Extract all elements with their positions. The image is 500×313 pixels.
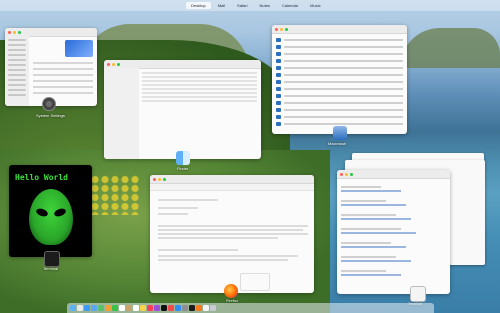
trash-icon[interactable] [210, 305, 216, 311]
settings-label: System Settings [36, 113, 65, 118]
browser-window[interactable] [150, 175, 314, 293]
contacts-icon[interactable] [126, 305, 132, 311]
finder-sidebar [104, 68, 139, 159]
firefox-icon [224, 284, 238, 298]
tv-icon[interactable] [161, 305, 167, 311]
photos-icon[interactable] [105, 305, 111, 311]
terminal-icon [44, 251, 60, 267]
list-label: Macintosh [328, 141, 347, 146]
podcasts-icon[interactable] [154, 305, 160, 311]
settings-sidebar [5, 36, 29, 106]
settings-window[interactable] [5, 28, 97, 106]
finder-label: Finder [177, 166, 189, 171]
space-notes[interactable]: Notes [254, 2, 274, 9]
window-titlebar [272, 25, 407, 34]
window-titlebar [337, 170, 450, 179]
notes-icon[interactable] [140, 305, 146, 311]
settings-icon [42, 97, 56, 111]
window-titlebar [150, 175, 314, 184]
terminal-banner: Hello World [15, 173, 68, 182]
textedit-icon [410, 286, 426, 302]
alien-ascii-art [29, 189, 73, 245]
space-calendar[interactable]: Calendar [277, 2, 303, 9]
launchpad-icon[interactable] [77, 305, 83, 311]
mail-icon[interactable] [91, 305, 97, 311]
maps-icon[interactable] [98, 305, 104, 311]
texteditor-window[interactable] [337, 170, 450, 294]
calendar-icon[interactable] [119, 305, 125, 311]
attachment-thumbnail[interactable] [240, 273, 270, 291]
terminal-window[interactable]: Hello World [9, 165, 92, 257]
space-mail[interactable]: Mail [213, 2, 230, 9]
terminal-icon[interactable] [189, 305, 195, 311]
finder-icon[interactable] [70, 305, 76, 311]
space-safari[interactable]: Safari [232, 2, 252, 9]
wallpaper-hill-right [400, 28, 500, 68]
browser-toolbar [150, 184, 314, 191]
spaces-list: Desktop Mail Safari Notes Calendar Music [186, 2, 326, 9]
finder-window[interactable] [104, 60, 261, 159]
settings-icon[interactable] [182, 305, 188, 311]
dock [67, 303, 434, 313]
music-icon[interactable] [147, 305, 153, 311]
disk-icon [333, 126, 347, 140]
textedit-icon[interactable] [203, 305, 209, 311]
space-music[interactable]: Music [305, 2, 325, 9]
firefox-icon[interactable] [196, 305, 202, 311]
list-window[interactable] [272, 25, 407, 134]
spaces-bar: Desktop Mail Safari Notes Calendar Music [0, 0, 500, 11]
finder-icon [176, 151, 190, 165]
facetime-icon[interactable] [112, 305, 118, 311]
terminal-label: Terminal [43, 266, 59, 271]
news-icon[interactable] [168, 305, 174, 311]
wallpaper-flowers [90, 175, 140, 215]
reminders-icon[interactable] [133, 305, 139, 311]
wallpaper-preview [65, 40, 93, 57]
appstore-icon[interactable] [175, 305, 181, 311]
safari-icon[interactable] [84, 305, 90, 311]
space-desktop[interactable]: Desktop [186, 2, 211, 9]
